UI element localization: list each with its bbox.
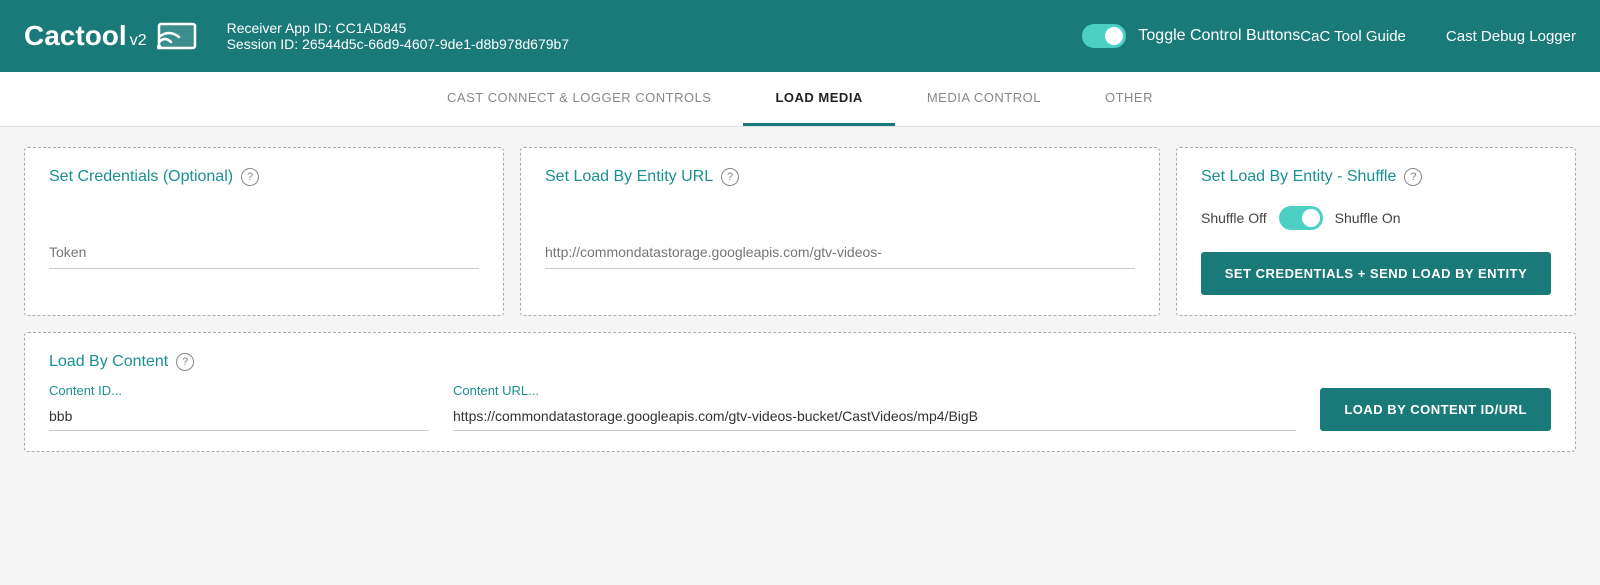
tab-cast-connect[interactable]: CAST CONNECT & LOGGER CONTROLS <box>415 72 743 126</box>
top-cards-row: Set Credentials (Optional) ? Set Load By… <box>24 147 1576 316</box>
shuffle-title: Set Load By Entity - Shuffle ? <box>1201 168 1551 186</box>
credentials-help-icon[interactable]: ? <box>241 168 259 186</box>
token-input[interactable] <box>49 236 479 269</box>
card-shuffle: Set Load By Entity - Shuffle ? Shuffle O… <box>1176 147 1576 316</box>
shuffle-help-icon[interactable]: ? <box>1404 168 1422 186</box>
entity-url-title: Set Load By Entity URL ? <box>545 168 1135 186</box>
content-url-label: Content URL... <box>453 383 1296 398</box>
set-credentials-send-load-button[interactable]: SET CREDENTIALS + SEND LOAD BY ENTITY <box>1201 252 1551 295</box>
shuffle-off-label: Shuffle Off <box>1201 210 1267 226</box>
logo-version: v2 <box>130 32 147 49</box>
cac-tool-guide-link[interactable]: CaC Tool Guide <box>1300 28 1406 45</box>
load-content-title: Load By Content ? <box>49 353 1551 371</box>
toggle-control-label: Toggle Control Buttons <box>1138 27 1300 45</box>
entity-url-input[interactable] <box>545 236 1135 269</box>
shuffle-title-text: Set Load By Entity - Shuffle <box>1201 168 1396 186</box>
app-id-label: Receiver App ID: CC1AD845 <box>227 20 1063 36</box>
content-id-label: Content ID... <box>49 383 429 398</box>
shuffle-row: Shuffle Off Shuffle On <box>1201 206 1551 230</box>
main-content: Set Credentials (Optional) ? Set Load By… <box>0 127 1600 472</box>
tab-media-control[interactable]: MEDIA CONTROL <box>895 72 1073 126</box>
entity-url-help-icon[interactable]: ? <box>721 168 739 186</box>
load-content-title-text: Load By Content <box>49 353 168 371</box>
content-url-field: Content URL... <box>453 383 1296 431</box>
logo-name: Cactool <box>24 20 127 51</box>
toggle-control-buttons[interactable] <box>1082 24 1126 48</box>
card-credentials: Set Credentials (Optional) ? <box>24 147 504 316</box>
tab-load-media[interactable]: LOAD MEDIA <box>743 72 894 126</box>
cast-debug-logger-link[interactable]: Cast Debug Logger <box>1446 28 1576 45</box>
header-links: CaC Tool Guide Cast Debug Logger <box>1300 28 1576 45</box>
card-entity-url: Set Load By Entity URL ? <box>520 147 1160 316</box>
load-content-button[interactable]: LOAD BY CONTENT ID/URL <box>1320 388 1551 431</box>
content-url-input[interactable] <box>453 402 1296 431</box>
content-id-input[interactable] <box>49 402 429 431</box>
header-info: Receiver App ID: CC1AD845 Session ID: 26… <box>227 20 1063 52</box>
shuffle-toggle[interactable] <box>1279 206 1323 230</box>
logo-container: Cactoolv2 <box>24 20 197 52</box>
load-content-help-icon[interactable]: ? <box>176 353 194 371</box>
app-header: Cactoolv2 Receiver App ID: CC1AD845 Sess… <box>0 0 1600 72</box>
content-id-field: Content ID... <box>49 383 429 431</box>
session-id-label: Session ID: 26544d5c-66d9-4607-9de1-d8b9… <box>227 36 1063 52</box>
card-load-content: Load By Content ? Content ID... Content … <box>24 332 1576 452</box>
tab-other[interactable]: OTHER <box>1073 72 1185 126</box>
nav-tabs: CAST CONNECT & LOGGER CONTROLS LOAD MEDI… <box>0 72 1600 127</box>
entity-url-title-text: Set Load By Entity URL <box>545 168 713 186</box>
credentials-title-text: Set Credentials (Optional) <box>49 168 233 186</box>
logo-text: Cactoolv2 <box>24 20 147 52</box>
toggle-section: Toggle Control Buttons <box>1082 24 1300 48</box>
shuffle-on-label: Shuffle On <box>1335 210 1401 226</box>
credentials-title: Set Credentials (Optional) ? <box>49 168 479 186</box>
cast-icon <box>157 20 197 52</box>
